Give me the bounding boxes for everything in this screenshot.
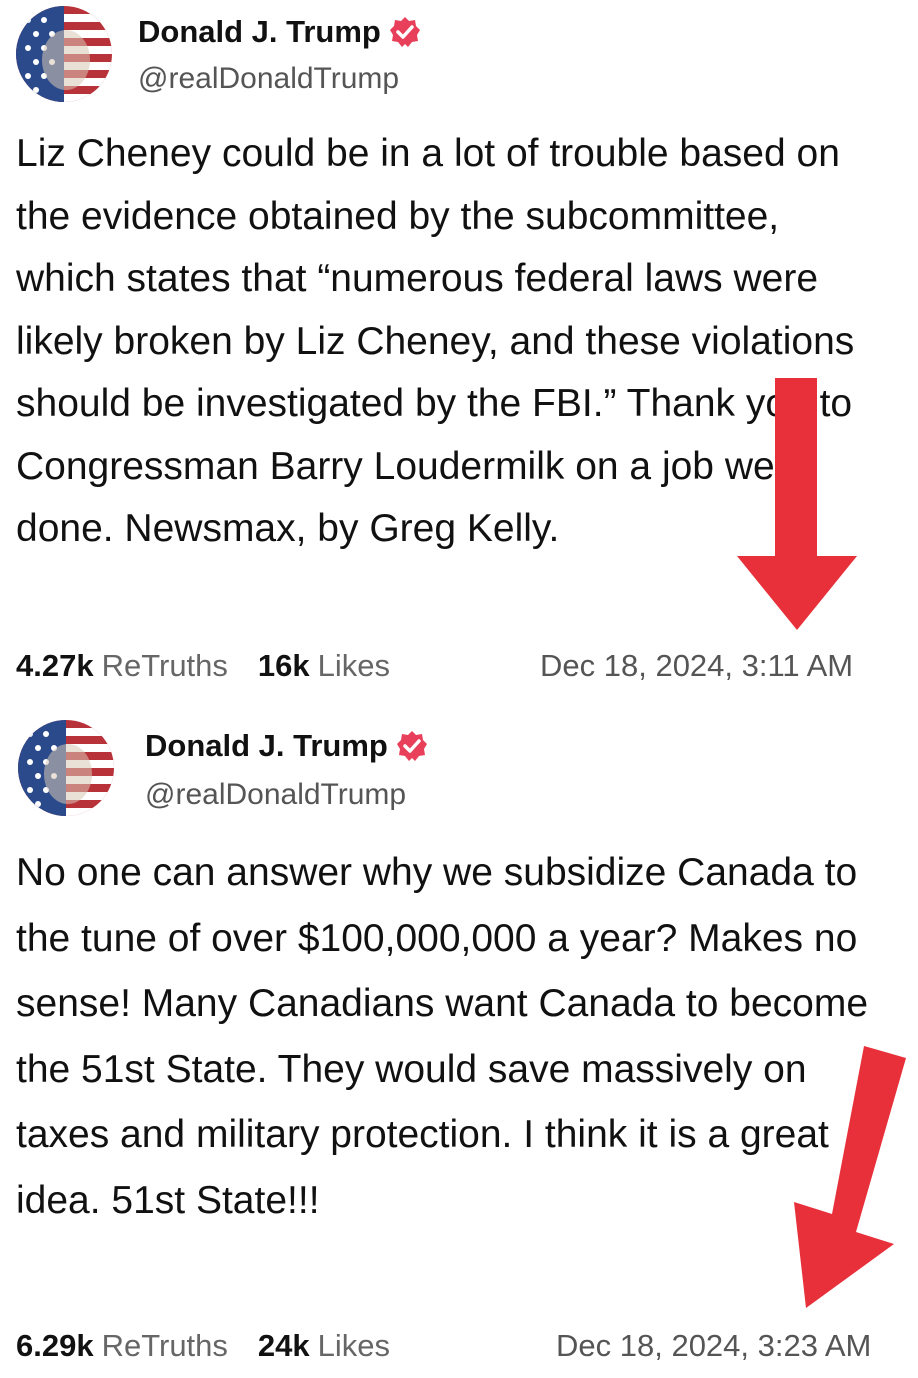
likes-count: 24k: [257, 1328, 310, 1363]
likes-stat[interactable]: 16k Likes: [258, 648, 390, 684]
author-name: Donald J. Trump: [145, 728, 388, 763]
red-arrow-icon: [737, 378, 857, 630]
retruths-label: ReTruths: [101, 648, 228, 683]
author-handle[interactable]: @realDonaldTrump: [138, 62, 399, 96]
likes-label: Likes: [317, 1328, 391, 1363]
post-text: No one can answer why we subsidize Canad…: [16, 851, 879, 1222]
likes-count: 16k: [257, 648, 310, 683]
author-name-row[interactable]: Donald J. Trump: [145, 728, 428, 764]
likes-label: Likes: [317, 648, 391, 683]
post-timestamp[interactable]: Dec 18, 2024, 3:23 AM: [556, 1328, 871, 1364]
author-avatar[interactable]: [18, 720, 114, 816]
retruths-count: 6.29k: [16, 1328, 94, 1363]
author-handle[interactable]: @realDonaldTrump: [145, 778, 406, 812]
verified-badge-icon: [396, 730, 428, 762]
post-stats: 4.27k ReTruths 16k Likes: [16, 648, 412, 684]
post-2: Donald J. Trump @realDonaldTrump No one …: [0, 712, 918, 1378]
retruths-label: ReTruths: [101, 1328, 228, 1363]
author-name: Donald J. Trump: [138, 14, 381, 49]
red-arrow-icon: [794, 1046, 906, 1308]
retruths-count: 4.27k: [16, 648, 94, 683]
likes-stat[interactable]: 24k Likes: [258, 1328, 390, 1364]
retruths-stat[interactable]: 4.27k ReTruths: [16, 648, 228, 684]
retruths-stat[interactable]: 6.29k ReTruths: [16, 1328, 228, 1364]
post-timestamp[interactable]: Dec 18, 2024, 3:11 AM: [540, 648, 853, 684]
author-avatar[interactable]: [16, 6, 112, 102]
post-stats: 6.29k ReTruths 24k Likes: [16, 1328, 412, 1364]
verified-badge-icon: [389, 16, 421, 48]
post-1: Donald J. Trump @realDonaldTrump Liz Che…: [0, 0, 918, 690]
author-name-row[interactable]: Donald J. Trump: [138, 14, 421, 50]
